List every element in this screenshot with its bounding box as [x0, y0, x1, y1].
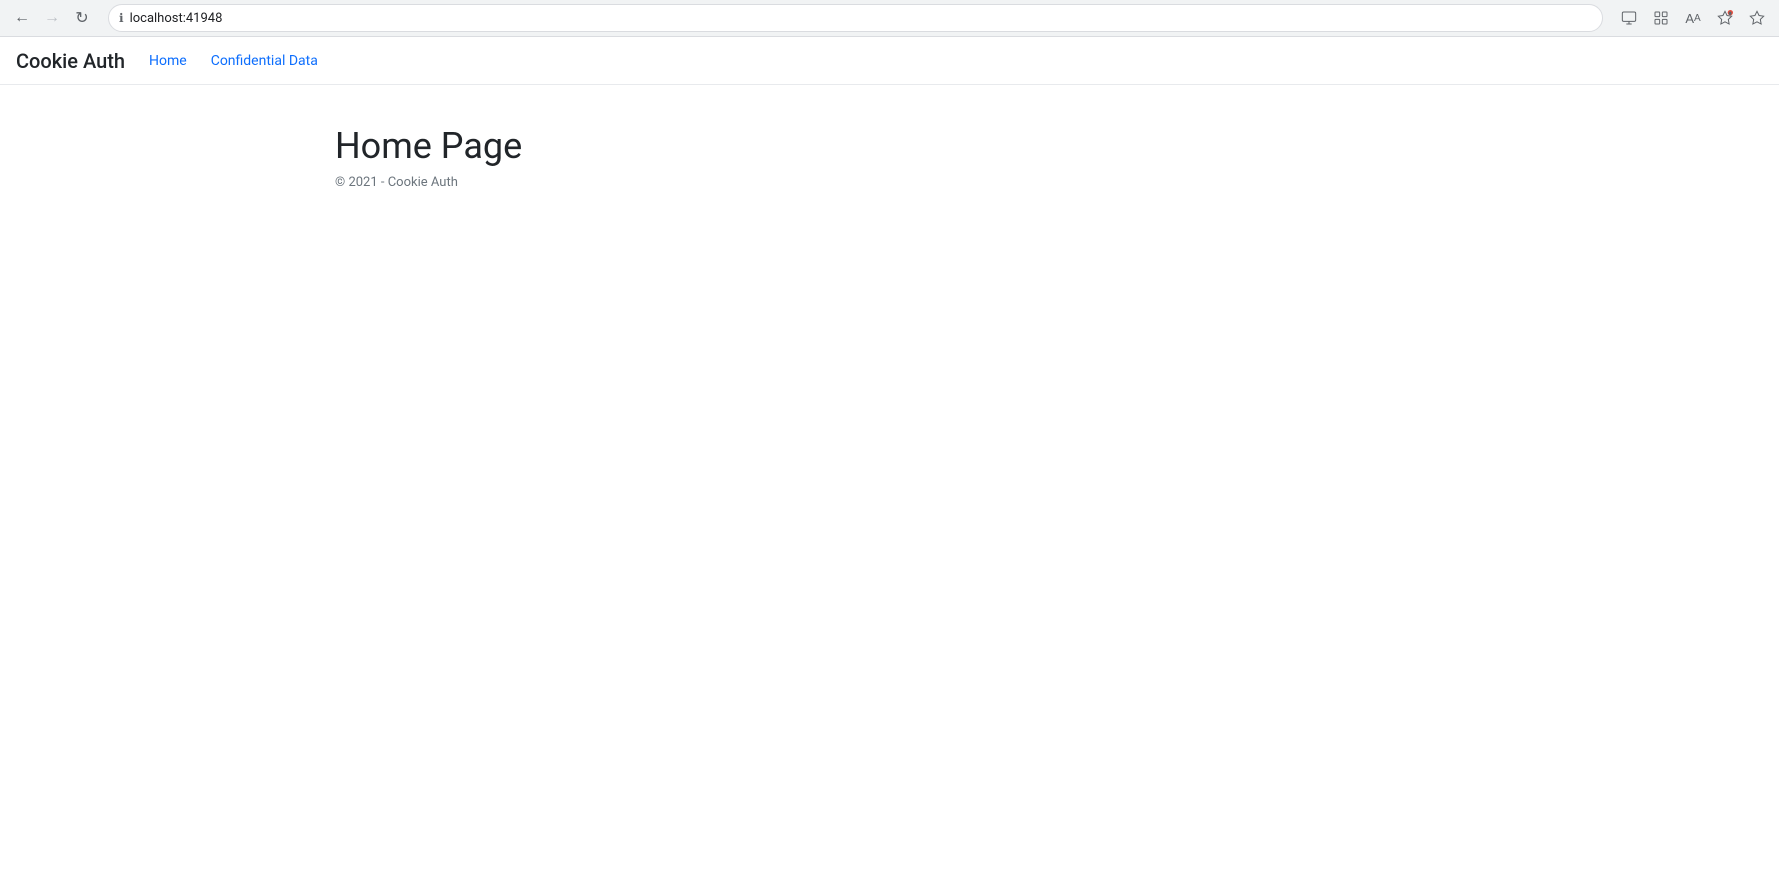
screen-cast-button[interactable] — [1615, 4, 1643, 32]
text-zoom-button[interactable]: AA — [1679, 4, 1707, 32]
address-bar[interactable]: ℹ localhost:41948 — [108, 4, 1603, 32]
url-text: localhost:41948 — [130, 11, 1592, 26]
main-content: Home Page © 2021 - Cookie Auth — [0, 85, 1779, 190]
browser-actions: AA 0 — [1615, 4, 1771, 32]
nav-link-home[interactable]: Home — [149, 53, 187, 69]
site-brand[interactable]: Cookie Auth — [16, 49, 125, 73]
forward-button[interactable]: → — [38, 4, 66, 32]
back-button[interactable]: ← — [8, 4, 36, 32]
reload-button[interactable]: ↻ — [68, 4, 96, 32]
browser-chrome: ← → ↻ ℹ localhost:41948 — [0, 0, 1779, 37]
site-nav: Cookie Auth Home Confidential Data — [0, 37, 1779, 85]
page-title: Home Page — [335, 125, 1779, 167]
browser-toolbar: ← → ↻ ℹ localhost:41948 — [0, 0, 1779, 36]
extensions-button[interactable] — [1647, 4, 1675, 32]
security-icon: ℹ — [119, 11, 124, 25]
favorites-star-button[interactable]: 0 — [1711, 4, 1739, 32]
nav-buttons: ← → ↻ — [8, 4, 96, 32]
nav-link-confidential[interactable]: Confidential Data — [211, 53, 318, 69]
star-button[interactable] — [1743, 4, 1771, 32]
copyright-text: © 2021 - Cookie Auth — [335, 175, 1779, 190]
